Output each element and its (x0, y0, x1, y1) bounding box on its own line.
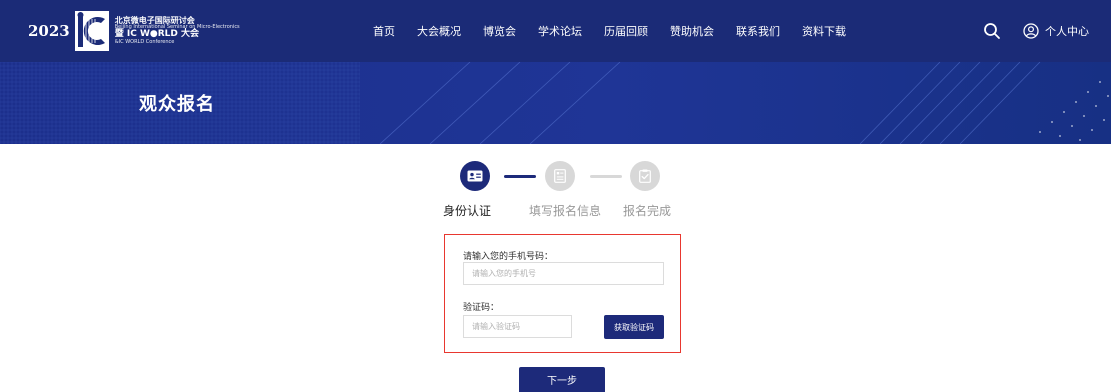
nav-forum[interactable]: 学术论坛 (538, 23, 582, 39)
get-code-button[interactable]: 获取验证码 (604, 315, 664, 339)
step-connector-1 (504, 175, 536, 178)
form-icon (554, 169, 566, 183)
user-center-label: 个人中心 (1045, 25, 1089, 38)
nav-sponsorship[interactable]: 赞助机会 (670, 23, 714, 39)
code-label: 验证码： (463, 303, 500, 313)
ic-world-logo-icon (74, 11, 109, 51)
logo-year: 2023 (28, 22, 70, 40)
next-step-button[interactable]: 下一步 (519, 367, 605, 392)
logo-name-en: Beijing International Seminar on Micro-E… (114, 24, 240, 31)
user-center-link[interactable]: 个人中心 (1023, 23, 1089, 39)
logo-text: 北京微电子国际研讨会 Beijing International Seminar… (114, 16, 240, 45)
nav-contact[interactable]: 联系我们 (736, 23, 780, 39)
nav-history[interactable]: 历届回顾 (604, 23, 648, 39)
page-banner: 观众报名 (0, 62, 1111, 144)
step-3-circle (630, 161, 660, 191)
verification-form: 请输入您的手机号码： 验证码： 获取验证码 (444, 234, 681, 353)
nav-downloads[interactable]: 资料下载 (802, 23, 846, 39)
step-2-circle (545, 161, 575, 191)
verification-code-input[interactable] (463, 315, 572, 338)
header-actions: 个人中心 (983, 0, 1089, 62)
phone-label: 请输入您的手机号码： (463, 252, 554, 262)
step-1-circle (460, 161, 490, 191)
step-3-label: 报名完成 (623, 204, 672, 218)
step-1-label: 身份认证 (443, 204, 492, 218)
page-title: 观众报名 (139, 94, 215, 115)
step-2-label: 填写报名信息 (529, 204, 602, 218)
id-card-icon (467, 170, 483, 182)
registration-steps: 身份认证 填写报名信息 报名完成 (440, 160, 680, 220)
search-icon[interactable] (983, 22, 1001, 40)
top-navigation-bar: 2023 北京微电子国际研讨会 Beijing International Se… (0, 0, 1111, 62)
logo-conference-en: &IC WORLD Conference (114, 38, 175, 45)
step-connector-2 (590, 175, 622, 178)
site-logo[interactable]: 2023 北京微电子国际研讨会 Beijing International Se… (28, 10, 240, 52)
clipboard-check-icon (639, 169, 651, 183)
main-nav: 首页 大会概况 博览会 学术论坛 历届回顾 赞助机会 联系我们 资料下载 (373, 0, 868, 62)
nav-overview[interactable]: 大会概况 (417, 23, 461, 39)
phone-input[interactable] (463, 262, 664, 285)
nav-home[interactable]: 首页 (373, 23, 395, 39)
user-circle-icon (1023, 23, 1039, 39)
nav-expo[interactable]: 博览会 (483, 23, 516, 39)
